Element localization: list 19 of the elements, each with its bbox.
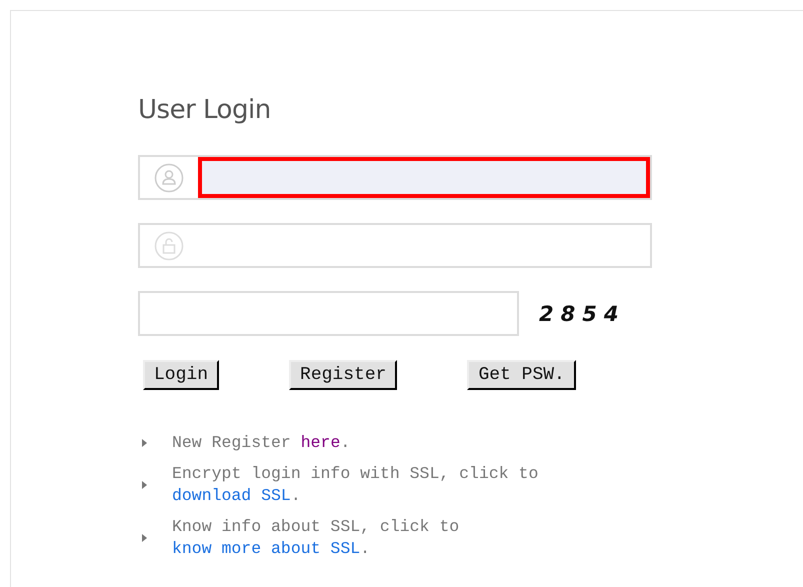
get-password-button[interactable]: Get PSW.: [467, 360, 576, 390]
bullet-icon: [142, 481, 147, 489]
username-field[interactable]: [138, 155, 652, 200]
info-note: Encrypt login info with SSL, click to download SSL.: [172, 463, 540, 507]
bullet-icon: [142, 439, 147, 447]
info-link[interactable]: download SSL: [172, 486, 291, 505]
register-button[interactable]: Register: [289, 360, 398, 390]
login-button[interactable]: Login: [143, 360, 220, 390]
info-link[interactable]: here: [300, 433, 340, 452]
captcha-code: 2854: [539, 302, 626, 326]
info-note: Know info about SSL, click to know more about SSL.: [172, 516, 460, 560]
info-link[interactable]: know more about SSL: [172, 539, 360, 558]
lock-icon: [154, 230, 184, 260]
captcha-field[interactable]: [138, 291, 519, 336]
bullet-icon: [142, 534, 147, 542]
info-note: New Register here.: [172, 432, 350, 454]
login-title: User Login: [138, 95, 272, 125]
user-icon: [154, 162, 184, 192]
password-field[interactable]: [138, 223, 652, 268]
